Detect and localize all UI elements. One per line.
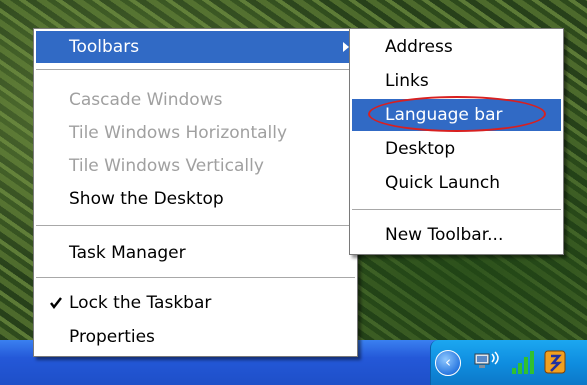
menu-separator — [352, 209, 561, 210]
menu-item-properties[interactable]: Properties — [36, 321, 355, 353]
menu-item-lock-taskbar-label: Lock the Taskbar — [69, 293, 212, 313]
menu-item-toolbars[interactable]: Toolbars — [36, 31, 355, 63]
menu-item-tile-horizontally[interactable]: Tile Windows Horizontally — [36, 117, 355, 149]
submenu-item-label: New Toolbar... — [385, 225, 504, 245]
tray-expand-icon[interactable]: ‹ — [435, 350, 461, 376]
notification-area: ‹ — [430, 340, 587, 385]
network-icon[interactable] — [473, 350, 501, 374]
menu-item-cascade-windows[interactable]: Cascade Windows — [36, 84, 355, 116]
submenu-item-new-toolbar[interactable]: New Toolbar... — [352, 219, 561, 251]
menu-item-show-desktop-label: Show the Desktop — [69, 189, 224, 209]
app-icon[interactable] — [543, 348, 569, 376]
menu-item-lock-taskbar[interactable]: Lock the Taskbar — [36, 287, 355, 319]
submenu-item-label: Desktop — [385, 139, 456, 159]
check-icon — [50, 297, 62, 309]
menu-separator — [36, 225, 355, 226]
menu-item-tile-horizontally-label: Tile Windows Horizontally — [69, 123, 288, 143]
menu-item-show-desktop[interactable]: Show the Desktop — [36, 183, 355, 215]
menu-separator — [36, 277, 355, 278]
submenu-item-label: Quick Launch — [385, 173, 501, 193]
menu-item-tile-vertically[interactable]: Tile Windows Vertically — [36, 150, 355, 182]
menu-item-tile-vertically-label: Tile Windows Vertically — [69, 156, 264, 176]
taskbar-context-menu: Toolbars Cascade Windows Tile Windows Ho… — [33, 28, 358, 357]
submenu-item-desktop[interactable]: Desktop — [352, 133, 561, 165]
submenu-item-label: Links — [385, 71, 429, 91]
signal-strength-icon[interactable] — [511, 348, 537, 376]
submenu-item-language-bar[interactable]: Language bar — [352, 96, 561, 132]
menu-item-task-manager-label: Task Manager — [69, 243, 186, 263]
submenu-item-address[interactable]: Address — [352, 31, 561, 63]
menu-item-task-manager[interactable]: Task Manager — [36, 237, 355, 269]
submenu-item-links[interactable]: Links — [352, 65, 561, 97]
menu-item-toolbars-label: Toolbars — [69, 37, 140, 57]
menu-item-properties-label: Properties — [69, 327, 155, 347]
submenu-item-label: Address — [385, 37, 453, 57]
submenu-item-label: Language bar — [385, 105, 503, 125]
menu-separator — [36, 69, 355, 70]
toolbars-submenu: Address Links Language bar Desktop Quick… — [349, 28, 564, 255]
submenu-item-quick-launch[interactable]: Quick Launch — [352, 167, 561, 199]
menu-item-cascade-windows-label: Cascade Windows — [69, 90, 223, 110]
